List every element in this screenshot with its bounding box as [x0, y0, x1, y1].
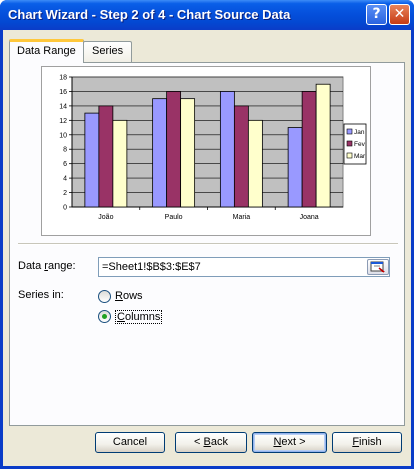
tab-series[interactable]: Series	[83, 41, 133, 62]
bar	[152, 98, 168, 208]
dialog-client: Data Range Series 0 2 4 6 8 10 12 14 16 18 João Pau…	[3, 30, 411, 466]
chart-svg: 0 2 4 6 8 10 12 14 16 18 João Paulo Maria Joana Jan Fev…	[59, 75, 367, 221]
legend-label: Mar	[354, 153, 366, 160]
data-range-label: Data range:	[18, 260, 76, 272]
help-icon: ?	[372, 6, 381, 22]
bar	[301, 91, 317, 208]
tab-panel-data-range: 0 2 4 6 8 10 12 14 16 18 João Paulo Maria Joana Jan Fev…	[9, 62, 405, 426]
bar	[112, 119, 128, 208]
data-range-field[interactable]	[98, 257, 390, 277]
x-tick-label: Maria	[233, 214, 251, 221]
y-tick-label: 18	[59, 75, 67, 82]
x-tick-label: João	[98, 214, 113, 221]
finish-button[interactable]: Finish	[332, 432, 402, 453]
rows-radio[interactable]	[98, 290, 111, 303]
bar	[166, 91, 182, 208]
rows-radio-option[interactable]: Rows	[98, 289, 158, 305]
data-range-input[interactable]	[99, 258, 365, 276]
bar	[98, 105, 114, 208]
legend-label: Fev	[354, 141, 366, 148]
x-tick-label: Joana	[300, 214, 319, 221]
bar	[180, 98, 196, 208]
legend-label: Jan	[354, 129, 365, 136]
collapse-dialog-button[interactable]	[367, 259, 389, 275]
y-tick-label: 12	[59, 118, 67, 125]
back-button[interactable]: < Back	[175, 432, 247, 453]
y-tick-label: 16	[59, 89, 67, 96]
close-button[interactable]: ✕	[389, 4, 410, 25]
tab-label: Series	[92, 45, 124, 57]
bar	[247, 119, 263, 208]
title-bar[interactable]: Chart Wizard - Step 2 of 4 - Chart Sourc…	[0, 0, 414, 30]
y-tick-label: 10	[59, 132, 67, 139]
legend-swatch	[346, 152, 353, 159]
window-title: Chart Wizard - Step 2 of 4 - Chart Sourc…	[8, 7, 291, 22]
next-button[interactable]: Next >	[252, 432, 327, 453]
columns-radio[interactable]	[98, 310, 111, 323]
bar	[219, 91, 235, 208]
collapse-dialog-icon	[370, 261, 385, 273]
bar	[287, 127, 303, 208]
back-label: < Back	[194, 436, 228, 448]
tab-label: Data Range	[17, 45, 76, 57]
bar	[315, 83, 331, 208]
y-tick-label: 0	[63, 205, 67, 212]
cancel-button[interactable]: Cancel	[95, 432, 165, 453]
legend-swatch	[346, 140, 353, 147]
radio-selected-dot	[102, 314, 107, 319]
tab-data-range[interactable]: Data Range	[9, 39, 84, 63]
y-tick-label: 4	[63, 176, 67, 183]
columns-label: Columns	[115, 310, 163, 324]
y-tick-label: 6	[63, 161, 67, 168]
series-in-label: Series in:	[18, 289, 64, 301]
close-icon: ✕	[393, 6, 406, 22]
bar	[84, 112, 100, 208]
legend-swatch	[346, 128, 353, 135]
columns-radio-option[interactable]: Columns	[98, 309, 178, 325]
y-tick-label: 14	[59, 103, 67, 110]
next-label: Next >	[273, 436, 306, 448]
y-tick-label: 2	[63, 190, 67, 197]
rows-label: Rows	[115, 290, 143, 302]
separator	[18, 243, 398, 245]
bar	[233, 105, 249, 208]
help-button[interactable]: ?	[366, 4, 387, 25]
finish-label: Finish	[352, 436, 382, 448]
chart-preview: 0 2 4 6 8 10 12 14 16 18 João Paulo Maria Joana Jan Fev…	[41, 66, 371, 236]
y-tick-label: 8	[63, 147, 67, 154]
x-tick-label: Paulo	[165, 214, 183, 221]
chart-wizard-window: Chart Wizard - Step 2 of 4 - Chart Sourc…	[0, 0, 414, 469]
